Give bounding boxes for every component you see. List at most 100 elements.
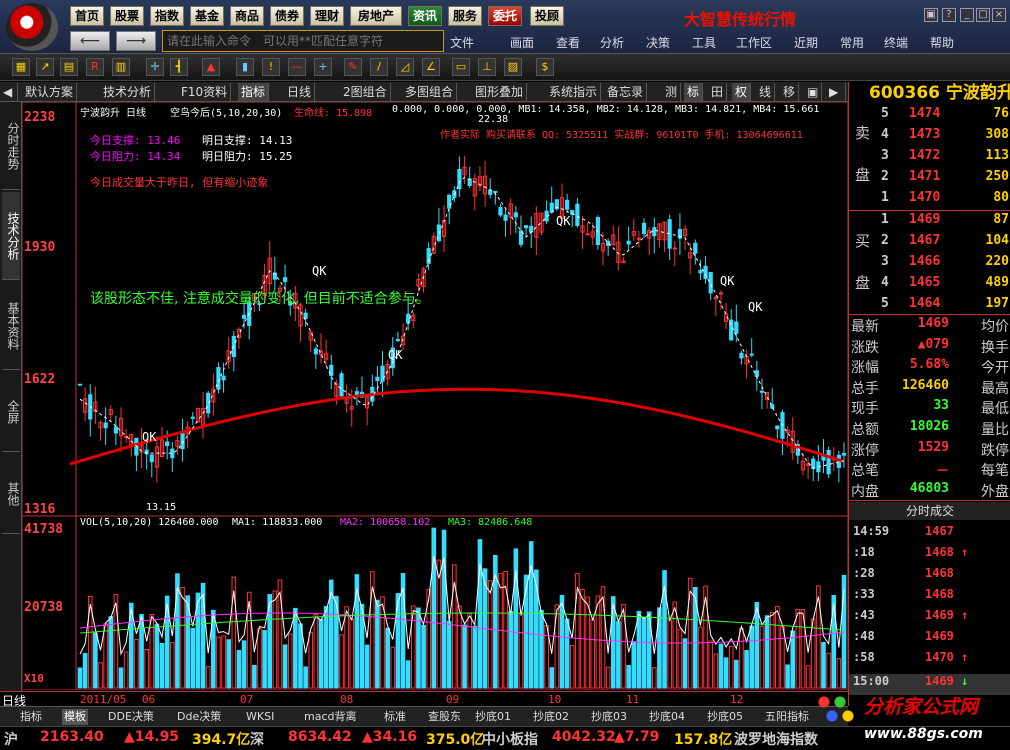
crosshair-icon[interactable]: ✛ [146, 58, 164, 76]
menu-commodities[interactable]: 商品 [230, 6, 264, 26]
tab-default-scheme[interactable]: 默认方案 [22, 83, 78, 101]
minus-icon[interactable]: — [288, 58, 306, 76]
main-menu-help[interactable]: 帮助 [930, 34, 954, 51]
menu-bonds[interactable]: 债券 [270, 6, 304, 26]
maximize-button[interactable]: □ [976, 8, 990, 22]
bottom-tab[interactable]: 抄底01 [473, 709, 513, 725]
main-menu-terminal[interactable]: 终端 [884, 34, 908, 51]
minimize-button[interactable]: _ [960, 8, 974, 22]
bottom-tab[interactable]: 指标 [18, 709, 44, 725]
main-menu-file[interactable]: 文件 [450, 34, 474, 51]
main-menu-common[interactable]: 常用 [840, 34, 864, 51]
tab-overlay[interactable]: 图形叠加 [472, 83, 528, 101]
main-menu-decision[interactable]: 决策 [646, 34, 670, 51]
tab-grid-button[interactable]: 田 [708, 83, 728, 101]
menu-funds[interactable]: 基金 [190, 6, 224, 26]
bottom-tab[interactable]: 标准 [382, 709, 408, 725]
monitor-icon[interactable]: ▣ [924, 8, 938, 22]
pin-icon[interactable]: ⊥ [478, 58, 496, 76]
menu-advisor[interactable]: 投顾 [530, 6, 564, 26]
table-icon[interactable]: ▤ [60, 58, 78, 76]
bottom-tab[interactable]: 抄底03 [589, 709, 629, 725]
tab-f10[interactable]: F10资料 [178, 83, 232, 101]
tab-mark[interactable]: 标 [684, 83, 704, 101]
buy-order-row[interactable]: 2 1467 104 [849, 233, 1010, 254]
menu-home[interactable]: 首页 [70, 6, 104, 26]
line-icon[interactable]: / [370, 58, 388, 76]
main-menu-recent[interactable]: 近期 [794, 34, 818, 51]
menu-realestate[interactable]: 房地产 [350, 6, 402, 26]
tab-line[interactable]: 线 [756, 83, 776, 101]
menu-news[interactable]: 资讯 [408, 6, 442, 26]
side-nav-intraday[interactable]: 分时走势 [2, 102, 20, 190]
tab-measure[interactable]: 测 [662, 83, 682, 101]
bottom-tab[interactable]: 查股东 [426, 709, 463, 725]
tab-rights[interactable]: 权 [732, 83, 752, 101]
forward-button[interactable]: ⟶ [116, 31, 156, 51]
menu-index[interactable]: 指数 [150, 6, 184, 26]
main-menu-screen[interactable]: 画面 [510, 34, 534, 51]
angle-icon[interactable]: ∠ [422, 58, 440, 76]
sell-order-row[interactable]: 4 1473 308 [849, 127, 1010, 148]
menu-trade[interactable]: 委托 [488, 6, 522, 26]
menu-finance[interactable]: 理财 [310, 6, 344, 26]
help-icon[interactable]: ? [942, 8, 956, 22]
buy-order-row[interactable]: 4 1465 489 [849, 275, 1010, 296]
bottom-tab[interactable]: 五阳指标 [763, 709, 811, 725]
bottom-tab[interactable]: 抄底02 [531, 709, 571, 725]
tab-multi-chart[interactable]: 多图组合 [402, 83, 458, 101]
bottom-tab[interactable]: 模板 [62, 709, 88, 725]
volume-chart[interactable] [22, 516, 848, 690]
menu-service[interactable]: 服务 [448, 6, 482, 26]
tab-system-indicator[interactable]: 系统指示 [546, 83, 602, 101]
tab-memo[interactable]: 备忘录 [604, 83, 648, 101]
dollar-icon[interactable]: $ [536, 58, 554, 76]
candlestick-chart[interactable] [22, 102, 848, 516]
bottom-tab[interactable]: Dde决策 [175, 709, 223, 725]
main-menu-view[interactable]: 查看 [556, 34, 580, 51]
sell-order-row[interactable]: 5 1474 76 [849, 106, 1010, 127]
command-input[interactable]: 请在此输入命令 可以用**匹配任意字符 [162, 30, 444, 52]
sell-order-row[interactable]: 1 1470 80 [849, 190, 1010, 211]
tab-next-arrow[interactable]: ▶ [826, 83, 846, 101]
cursor-icon[interactable]: ▲ [202, 58, 220, 76]
chart-icon[interactable]: ↗ [36, 58, 54, 76]
tab-daily[interactable]: 日线 [284, 83, 316, 101]
volume-icon[interactable]: ▮ [236, 58, 254, 76]
tab-two-chart[interactable]: 2图组合 [340, 83, 391, 101]
bottom-tab[interactable]: WKSI [244, 709, 276, 725]
note-icon[interactable]: ▭ [452, 58, 470, 76]
buy-order-row[interactable]: 1 1469 87 [849, 212, 1010, 233]
tab-prev-arrow[interactable]: ◀ [0, 83, 18, 101]
bars-icon[interactable]: ▥ [112, 58, 130, 76]
main-menu-tools[interactable]: 工具 [692, 34, 716, 51]
tab-move[interactable]: 移 [780, 83, 800, 101]
side-nav-other[interactable]: 其他 [2, 454, 20, 534]
warning-icon[interactable]: ! [262, 58, 280, 76]
tab-tech-analysis[interactable]: 技术分析 [100, 83, 156, 101]
back-button[interactable]: ⟵ [70, 31, 110, 51]
main-menu-analysis[interactable]: 分析 [600, 34, 624, 51]
tab-indicator[interactable]: 指标 [238, 83, 270, 101]
ruler-icon[interactable]: ◿ [396, 58, 414, 76]
buy-order-row[interactable]: 3 1466 220 [849, 254, 1010, 275]
bottom-tab[interactable]: 抄底05 [705, 709, 745, 725]
buy-order-row[interactable]: 5 1464 197 [849, 296, 1010, 317]
rsi-icon[interactable]: R [86, 58, 104, 76]
pen-icon[interactable]: ✎ [344, 58, 362, 76]
plus-icon[interactable]: + [314, 58, 332, 76]
candle-icon[interactable]: ┫ [170, 58, 188, 76]
picture-icon[interactable]: ▨ [504, 58, 522, 76]
grid-icon[interactable]: ▦ [12, 58, 30, 76]
sell-order-row[interactable]: 2 1471 250 [849, 169, 1010, 190]
tab-window-button[interactable]: ▣ [804, 83, 823, 101]
bottom-tab[interactable]: 抄底04 [647, 709, 687, 725]
side-nav-fullscreen[interactable]: 全屏 [2, 372, 20, 452]
sell-order-row[interactable]: 3 1472 113 [849, 148, 1010, 169]
main-menu-workspace[interactable]: 工作区 [736, 34, 772, 51]
side-nav-tech[interactable]: 技术分析 [2, 192, 20, 280]
close-button[interactable]: × [992, 8, 1006, 22]
bottom-tab[interactable]: DDE决策 [106, 709, 156, 725]
bottom-tab[interactable]: macd背离 [302, 709, 359, 725]
menu-stocks[interactable]: 股票 [110, 6, 144, 26]
